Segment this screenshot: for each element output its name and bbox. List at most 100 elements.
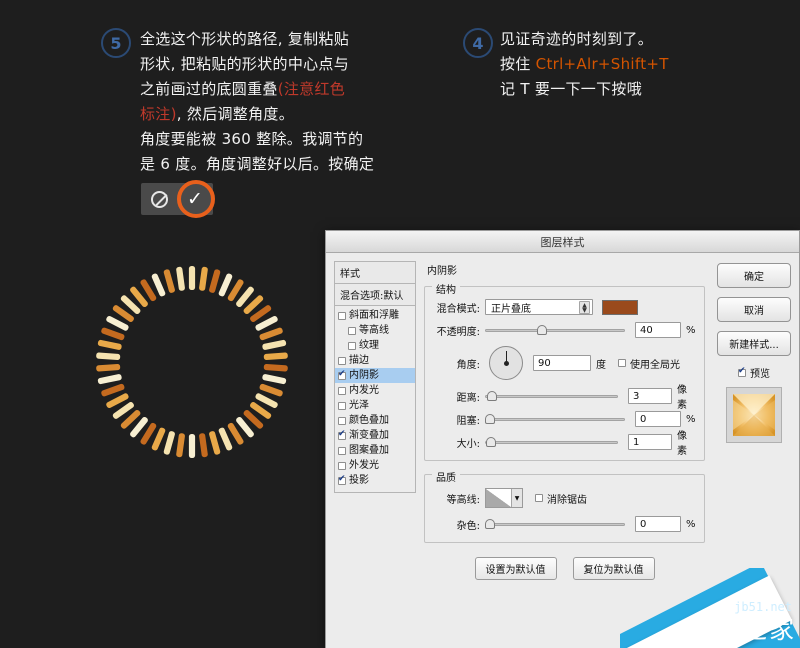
note4-line3: 记 T 要一下一下按哦 bbox=[500, 80, 642, 98]
global-light-option[interactable]: 使用全局光 bbox=[618, 356, 680, 371]
distance-slider[interactable] bbox=[485, 390, 618, 402]
sidebar-item-label: 斜面和浮雕 bbox=[349, 310, 399, 321]
choke-thumb[interactable] bbox=[485, 414, 495, 424]
set-as-default-button[interactable]: 设置为默认值 bbox=[474, 557, 557, 580]
sidebar-item[interactable]: 内发光 bbox=[335, 383, 415, 398]
noise-slider[interactable] bbox=[485, 518, 625, 530]
size-track bbox=[485, 440, 618, 444]
ring-segment bbox=[188, 434, 196, 458]
note5-highlight-b: 标注) bbox=[140, 105, 177, 123]
angle-value-input[interactable]: 90 bbox=[533, 355, 591, 371]
sidebar-item-label: 颜色叠加 bbox=[349, 415, 389, 426]
step-badge-4: 4 bbox=[463, 28, 493, 58]
cancel-transform-button[interactable] bbox=[141, 183, 177, 215]
size-slider[interactable] bbox=[485, 436, 618, 448]
ok-button[interactable]: 确定 bbox=[717, 263, 791, 288]
global-light-checkbox[interactable] bbox=[618, 359, 626, 367]
sidebar-item[interactable]: 颜色叠加 bbox=[335, 413, 415, 428]
sidebar-item-checkbox[interactable] bbox=[338, 386, 346, 395]
step-4-note: 见证奇迹的时刻到了。 按住 Ctrl+Alr+Shift+T 记 T 要一下一下… bbox=[500, 27, 780, 102]
blend-mode-label: 混合模式: bbox=[436, 303, 480, 315]
note4-line2: 按住 Ctrl+Alr+Shift+T bbox=[500, 52, 780, 77]
ring-segment bbox=[176, 433, 185, 458]
sidebar-item-checkbox[interactable] bbox=[338, 356, 346, 365]
note5-line1: 全选这个形状的路径, 复制粘贴 bbox=[140, 30, 350, 48]
new-style-button[interactable]: 新建样式... bbox=[717, 331, 791, 356]
sidebar-item[interactable]: 描边 bbox=[335, 353, 415, 368]
opacity-slider[interactable] bbox=[485, 324, 625, 336]
sidebar-item[interactable]: 图案叠加 bbox=[335, 443, 415, 458]
blend-mode-value: 正片叠底 bbox=[491, 303, 531, 315]
note5-line3: 之前画过的底圆重叠(注意红色 bbox=[140, 77, 440, 102]
sidebar-item-checkbox[interactable] bbox=[338, 311, 346, 320]
sidebar-item-checkbox[interactable] bbox=[348, 326, 356, 335]
sidebar-item[interactable]: 等高线 bbox=[335, 323, 415, 338]
sidebar-item-label: 等高线 bbox=[359, 325, 389, 336]
sidebar-item[interactable]: 内阴影 bbox=[335, 368, 415, 383]
distance-value-input[interactable]: 3 bbox=[628, 388, 672, 404]
golden-radial-ring-artwork bbox=[96, 266, 288, 458]
angle-unit: 度 bbox=[596, 359, 606, 371]
blend-mode-row: 混合模式: 正片叠底 ▲ ▼ bbox=[433, 297, 696, 317]
opacity-thumb[interactable] bbox=[537, 325, 547, 335]
ring-segment bbox=[209, 269, 221, 293]
preview-option[interactable]: 预览 bbox=[711, 365, 797, 380]
antialias-option[interactable]: 消除锯齿 bbox=[535, 491, 587, 506]
note5-line5: 角度要能被 360 整除。我调节的 bbox=[140, 130, 364, 148]
antialias-checkbox[interactable] bbox=[535, 494, 543, 502]
noise-track bbox=[485, 522, 625, 526]
sidebar-item-checkbox[interactable] bbox=[338, 446, 346, 455]
step-5-note: 全选这个形状的路径, 复制粘贴 形状, 把粘贴的形状的中心点与 之前画过的底圆重… bbox=[140, 27, 440, 177]
shadow-color-swatch[interactable] bbox=[602, 299, 638, 315]
size-thumb[interactable] bbox=[486, 437, 496, 447]
sidebar-item-checkbox[interactable] bbox=[348, 341, 356, 350]
blend-mode-select[interactable]: 正片叠底 ▲ ▼ bbox=[485, 299, 593, 315]
sidebar-item[interactable]: 光泽 bbox=[335, 398, 415, 413]
preview-checkbox[interactable] bbox=[738, 366, 746, 377]
sidebar-item[interactable]: 纹理 bbox=[335, 338, 415, 353]
choke-unit: % bbox=[686, 413, 696, 425]
ring-segment bbox=[263, 352, 288, 361]
sidebar-item-label: 外发光 bbox=[349, 460, 379, 471]
noise-thumb[interactable] bbox=[485, 519, 495, 529]
dialog-title-bar: 图层样式 bbox=[326, 231, 799, 253]
chevron-updown-icon: ▲ ▼ bbox=[579, 301, 590, 314]
preview-thumbnail-art bbox=[733, 394, 775, 436]
chevron-down-icon[interactable]: ▼ bbox=[511, 489, 522, 507]
ring-segment bbox=[97, 339, 122, 350]
sidebar-item-label: 渐变叠加 bbox=[349, 430, 389, 441]
opacity-value-input[interactable]: 40 bbox=[635, 322, 681, 338]
sidebar-item-checkbox[interactable] bbox=[338, 401, 346, 410]
sidebar-item-label: 内阴影 bbox=[349, 370, 379, 381]
sidebar-item[interactable]: 投影 bbox=[335, 473, 415, 488]
panel-section-title: 内阴影 bbox=[427, 266, 457, 277]
sidebar-item-checkbox[interactable] bbox=[338, 474, 346, 485]
sidebar-item[interactable]: 渐变叠加 bbox=[335, 428, 415, 443]
contour-picker[interactable]: ▼ bbox=[485, 488, 523, 508]
watermark-site: 脚本之家 bbox=[687, 615, 796, 644]
sidebar-blending-options[interactable]: 混合选项:默认 bbox=[334, 284, 416, 306]
note5-line4-text: , 然后调整角度。 bbox=[176, 105, 295, 123]
ring-segment bbox=[96, 352, 121, 361]
sidebar-item-checkbox[interactable] bbox=[338, 429, 346, 440]
angle-dial[interactable] bbox=[489, 346, 523, 380]
ring-segment bbox=[96, 363, 121, 372]
distance-thumb[interactable] bbox=[487, 391, 497, 401]
choke-slider[interactable] bbox=[485, 413, 625, 425]
sidebar-item-checkbox[interactable] bbox=[338, 416, 346, 425]
opacity-label: 不透明度: bbox=[436, 326, 480, 338]
global-light-label: 使用全局光 bbox=[630, 359, 680, 371]
ring-segment bbox=[199, 266, 208, 291]
noise-row: 杂色: 0 % bbox=[433, 514, 696, 534]
choke-value-input[interactable]: 0 bbox=[635, 411, 681, 427]
sidebar-item-checkbox[interactable] bbox=[338, 369, 346, 380]
sidebar-item-checkbox[interactable] bbox=[338, 461, 346, 470]
size-value-input[interactable]: 1 bbox=[628, 434, 672, 450]
sidebar-item[interactable]: 斜面和浮雕 bbox=[335, 308, 415, 323]
ring-segment bbox=[163, 269, 175, 293]
sidebar-item[interactable]: 外发光 bbox=[335, 458, 415, 473]
noise-value-input[interactable]: 0 bbox=[635, 516, 681, 532]
ring-segment bbox=[262, 339, 287, 350]
note5-line3-text: 之前画过的底圆重叠 bbox=[140, 80, 278, 98]
cancel-button[interactable]: 取消 bbox=[717, 297, 791, 322]
